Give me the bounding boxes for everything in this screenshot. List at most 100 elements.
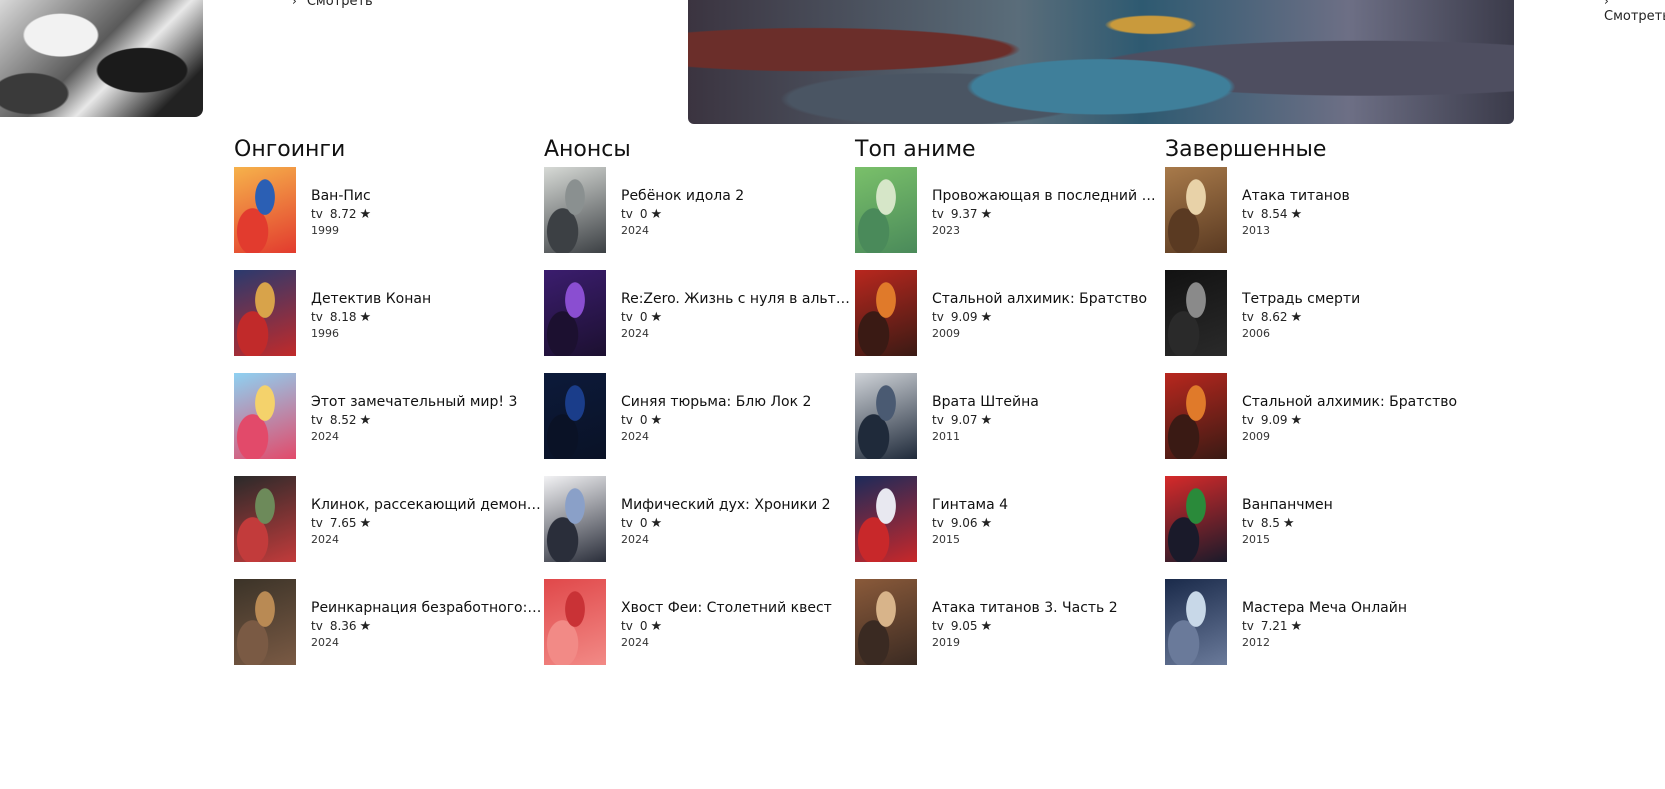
anime-title[interactable]: Мастера Меча Онлайн xyxy=(1242,599,1474,617)
star-icon: ★ xyxy=(650,516,663,531)
anime-poster[interactable] xyxy=(544,270,606,356)
star-icon: ★ xyxy=(359,413,372,428)
anime-poster[interactable] xyxy=(855,579,917,665)
anime-card[interactable]: Ребёнок идола 2 tv 0 ★ 2024 xyxy=(544,167,844,253)
anime-type: tv xyxy=(932,619,944,633)
anime-title[interactable]: Детектив Конан xyxy=(311,290,543,308)
anime-card[interactable]: Атака титанов tv 8.54 ★ 2013 xyxy=(1165,167,1465,253)
anime-card[interactable]: Детектив Конан tv 8.18 ★ 1996 xyxy=(234,270,534,356)
anime-year: 2013 xyxy=(1242,224,1270,237)
anime-card[interactable]: Ван-Пис tv 8.72 ★ 1999 xyxy=(234,167,534,253)
anime-card[interactable]: Стальной алхимик: Братство tv 9.09 ★ 2009 xyxy=(855,270,1155,356)
anime-card[interactable]: Клинок, рассекающий демонов: Тренировка … xyxy=(234,476,543,562)
anime-title[interactable]: Врата Штейна xyxy=(932,393,1164,411)
anime-year: 2015 xyxy=(932,533,960,546)
anime-card[interactable]: Реинкарнация безработного: История о при… xyxy=(234,579,543,665)
anime-rating: 7.65 xyxy=(329,516,357,530)
anime-card[interactable]: Синяя тюрьма: Блю Лок 2 tv 0 ★ 2024 xyxy=(544,373,844,459)
anime-poster[interactable] xyxy=(234,476,296,562)
anime-title[interactable]: Клинок, рассекающий демонов: Тренировка … xyxy=(311,496,543,514)
hero-slide-center-image[interactable] xyxy=(688,0,1514,124)
anime-year: 1996 xyxy=(311,327,339,340)
anime-title[interactable]: Ван-Пис xyxy=(311,187,543,205)
anime-card[interactable]: Мастера Меча Онлайн tv 7.21 ★ 2012 xyxy=(1165,579,1465,665)
anime-card[interactable]: Хвост Феи: Столетний квест tv 0 ★ 2024 xyxy=(544,579,844,665)
anime-rating: 0 xyxy=(639,310,648,324)
watch-label: Смотреть xyxy=(306,0,373,9)
anime-title[interactable]: Этот замечательный мир! 3 xyxy=(311,393,543,411)
anime-title[interactable]: Синяя тюрьма: Блю Лок 2 xyxy=(621,393,853,411)
star-icon: ★ xyxy=(980,413,993,428)
anime-card[interactable]: Ванпанчмен tv 8.5 ★ 2015 xyxy=(1165,476,1465,562)
anime-card[interactable]: Гинтама 4 tv 9.06 ★ 2015 xyxy=(855,476,1155,562)
anime-rating: 8.18 xyxy=(329,310,357,324)
anime-meta: tv 9.07 ★ xyxy=(932,412,1164,429)
section-title: Завершенные xyxy=(1165,137,1327,162)
anime-meta: tv 8.18 ★ xyxy=(311,309,543,326)
anime-poster[interactable] xyxy=(234,270,296,356)
anime-poster[interactable] xyxy=(855,373,917,459)
anime-type: tv xyxy=(621,619,633,633)
anime-info: Врата Штейна tv 9.07 ★ 2011 xyxy=(932,393,1164,444)
anime-card[interactable]: Врата Штейна tv 9.07 ★ 2011 xyxy=(855,373,1155,459)
anime-rating: 9.07 xyxy=(950,413,978,427)
anime-poster[interactable] xyxy=(234,579,296,665)
anime-meta: tv 9.05 ★ xyxy=(932,618,1164,635)
anime-poster[interactable] xyxy=(234,373,296,459)
anime-rating: 0 xyxy=(639,207,648,221)
anime-title[interactable]: Гинтама 4 xyxy=(932,496,1164,514)
anime-card[interactable]: Стальной алхимик: Братство tv 9.09 ★ 2009 xyxy=(1165,373,1465,459)
anime-rating: 7.21 xyxy=(1260,619,1288,633)
anime-title[interactable]: Тетрадь смерти xyxy=(1242,290,1474,308)
anime-year: 2012 xyxy=(1242,636,1270,649)
anime-poster[interactable] xyxy=(544,373,606,459)
anime-title[interactable]: Стальной алхимик: Братство xyxy=(1242,393,1474,411)
anime-title[interactable]: Стальной алхимик: Братство xyxy=(932,290,1164,308)
anime-title[interactable]: Реинкарнация безработного: История о при… xyxy=(311,599,543,617)
anime-poster[interactable] xyxy=(855,476,917,562)
anime-poster[interactable] xyxy=(855,270,917,356)
anime-info: Атака титанов 3. Часть 2 tv 9.05 ★ 2019 xyxy=(932,599,1164,650)
anime-poster[interactable] xyxy=(544,476,606,562)
anime-title[interactable]: Ванпанчмен xyxy=(1242,496,1474,514)
anime-card[interactable]: Атака титанов 3. Часть 2 tv 9.05 ★ 2019 xyxy=(855,579,1155,665)
watch-link-right[interactable]: ›Смотреть xyxy=(1604,0,1665,24)
anime-card[interactable]: Провожающая в последний путь Фрирен tv 9.3… xyxy=(855,167,1164,253)
anime-poster[interactable] xyxy=(1165,270,1227,356)
star-icon: ★ xyxy=(980,207,993,222)
anime-poster[interactable] xyxy=(1165,167,1227,253)
anime-year: 2019 xyxy=(932,636,960,649)
anime-type: tv xyxy=(311,207,323,221)
anime-poster[interactable] xyxy=(1165,579,1227,665)
anime-info: Этот замечательный мир! 3 tv 8.52 ★ 2024 xyxy=(311,393,543,444)
anime-poster[interactable] xyxy=(234,167,296,253)
anime-meta: tv 8.54 ★ xyxy=(1242,206,1474,223)
anime-poster[interactable] xyxy=(544,167,606,253)
anime-card[interactable]: Тетрадь смерти tv 8.62 ★ 2006 xyxy=(1165,270,1465,356)
anime-rating: 0 xyxy=(639,516,648,530)
anime-title[interactable]: Re:Zero. Жизнь с нуля в альтернативном м… xyxy=(621,290,853,308)
anime-title[interactable]: Мифический дух: Хроники 2 xyxy=(621,496,853,514)
anime-card[interactable]: Этот замечательный мир! 3 tv 8.52 ★ 2024 xyxy=(234,373,534,459)
anime-meta: tv 0 ★ xyxy=(621,412,853,429)
anime-type: tv xyxy=(932,207,944,221)
anime-poster[interactable] xyxy=(1165,476,1227,562)
anime-title[interactable]: Ребёнок идола 2 xyxy=(621,187,853,205)
star-icon: ★ xyxy=(650,207,663,222)
anime-year: 2024 xyxy=(311,533,339,546)
anime-title[interactable]: Атака титанов xyxy=(1242,187,1474,205)
hero-slide-left-image[interactable] xyxy=(0,0,203,117)
anime-rating: 9.37 xyxy=(950,207,978,221)
anime-title[interactable]: Хвост Феи: Столетний квест xyxy=(621,599,853,617)
anime-info: Мастера Меча Онлайн tv 7.21 ★ 2012 xyxy=(1242,599,1474,650)
anime-title[interactable]: Атака титанов 3. Часть 2 xyxy=(932,599,1164,617)
watch-link-left[interactable]: › Смотреть xyxy=(292,0,373,9)
anime-info: Атака титанов tv 8.54 ★ 2013 xyxy=(1242,187,1474,238)
anime-poster[interactable] xyxy=(1165,373,1227,459)
anime-poster[interactable] xyxy=(544,579,606,665)
anime-info: Ванпанчмен tv 8.5 ★ 2015 xyxy=(1242,496,1474,547)
anime-title[interactable]: Провожающая в последний путь Фрирен xyxy=(932,187,1164,205)
anime-card[interactable]: Мифический дух: Хроники 2 tv 0 ★ 2024 xyxy=(544,476,844,562)
anime-poster[interactable] xyxy=(855,167,917,253)
anime-card[interactable]: Re:Zero. Жизнь с нуля в альтернативном м… xyxy=(544,270,853,356)
